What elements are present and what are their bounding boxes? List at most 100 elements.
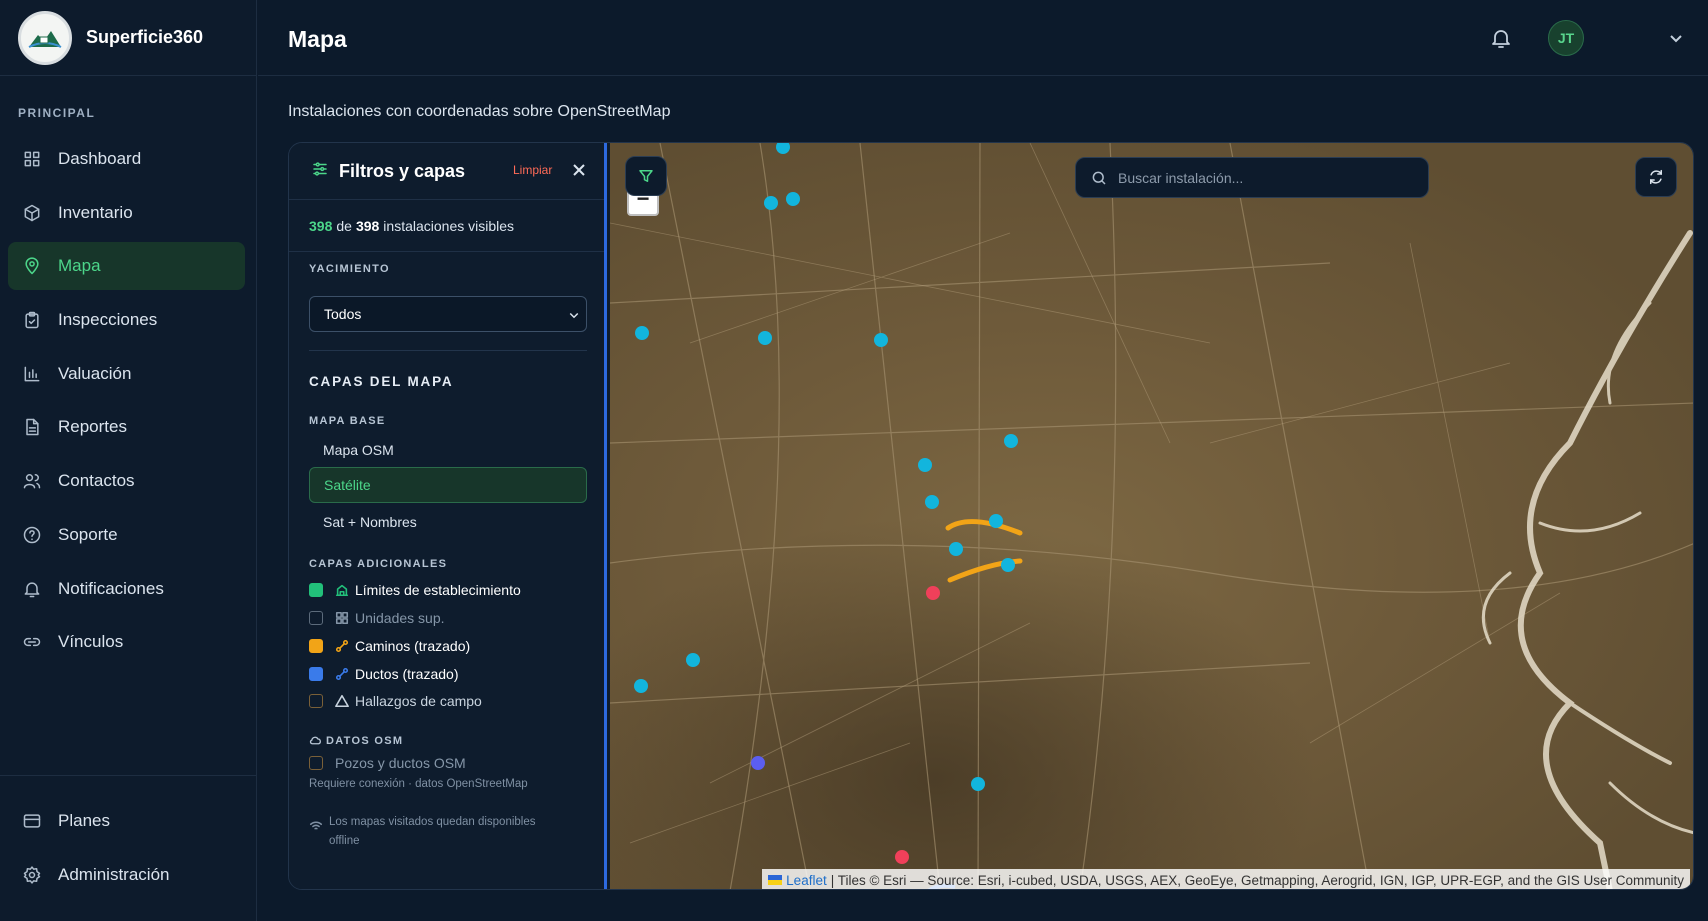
- checkbox-checked[interactable]: [309, 639, 323, 653]
- nav-item-soporte[interactable]: Soporte: [8, 511, 245, 559]
- nav-item-inventario[interactable]: Inventario: [8, 189, 245, 237]
- layer-caminos[interactable]: Caminos (trazado): [309, 635, 470, 657]
- nav-label: Soporte: [58, 524, 118, 544]
- installation-marker[interactable]: [786, 192, 800, 206]
- top-header: Mapa JT: [258, 0, 1708, 76]
- clipboard-icon: [25, 311, 39, 329]
- sliders-icon: [311, 160, 329, 183]
- nav-item-vinculos[interactable]: Vínculos: [8, 618, 245, 666]
- layer-ductos[interactable]: Ductos (trazado): [309, 663, 458, 685]
- offline-hint: Los mapas visitados quedan disponibles o…: [329, 813, 536, 851]
- installation-marker[interactable]: [1004, 434, 1018, 448]
- visible-count: 398 de 398 instalaciones visibles: [289, 200, 604, 252]
- base-option-sat-names[interactable]: Sat + Nombres: [309, 504, 587, 540]
- document-icon: [26, 419, 39, 436]
- help-circle-icon: [23, 526, 41, 544]
- installation-marker[interactable]: [635, 326, 649, 340]
- base-option-osm[interactable]: Mapa OSM: [309, 432, 587, 468]
- nav-label: Notificaciones: [58, 578, 164, 598]
- layer-label: Hallazgos de campo: [355, 693, 482, 709]
- installation-marker[interactable]: [949, 542, 963, 556]
- extra-layers-label: CAPAS ADICIONALES: [309, 558, 448, 570]
- clear-filters-button[interactable]: Limpiar: [513, 163, 552, 177]
- grid-icon: [335, 611, 349, 625]
- refresh-button[interactable]: [1635, 157, 1677, 197]
- checkbox-unchecked[interactable]: [309, 611, 323, 625]
- installation-marker[interactable]: [758, 331, 772, 345]
- nav-item-valuacion[interactable]: Valuación: [8, 350, 245, 398]
- nav-item-notificaciones[interactable]: Notificaciones: [8, 565, 245, 613]
- notifications-button[interactable]: [1489, 26, 1513, 50]
- nav-item-reportes[interactable]: Reportes: [8, 403, 245, 451]
- base-map-label: MAPA BASE: [309, 415, 386, 427]
- layer-label: Pozos y ductos OSM: [335, 755, 466, 771]
- nav-item-mapa[interactable]: Mapa: [8, 242, 245, 291]
- main-nav: Dashboard Inventario Mapa Inspecciones V…: [8, 135, 245, 672]
- layer-unidades[interactable]: Unidades sup.: [309, 607, 445, 629]
- yacimiento-select[interactable]: Todos: [309, 296, 587, 332]
- search-icon: [1092, 171, 1106, 185]
- nav-item-planes[interactable]: Planes: [8, 797, 245, 845]
- divider: [309, 350, 587, 351]
- offline-hint-line-2: offline: [329, 835, 360, 847]
- sidebar: Superficie360 PRINCIPAL Dashboard Invent…: [0, 0, 257, 921]
- map-attribution: Leaflet | Tiles © Esri — Source: Esri, i…: [762, 869, 1690, 889]
- user-menu-toggle[interactable]: [1668, 30, 1684, 46]
- user-avatar[interactable]: JT: [1548, 20, 1584, 56]
- layer-hallazgos[interactable]: Hallazgos de campo: [309, 690, 482, 712]
- layer-label: Unidades sup.: [355, 610, 445, 626]
- nav-label: Valuación: [58, 363, 132, 383]
- checkbox-checked[interactable]: [309, 583, 323, 597]
- count-suffix: instalaciones visibles: [383, 217, 515, 234]
- other-marker[interactable]: [751, 756, 765, 770]
- close-panel-button[interactable]: [571, 162, 587, 178]
- nav-item-contactos[interactable]: Contactos: [8, 457, 245, 505]
- layer-limites[interactable]: Límites de establecimiento: [309, 579, 521, 601]
- checkbox-checked[interactable]: [309, 667, 323, 681]
- base-option-satellite[interactable]: Satélite: [309, 467, 587, 503]
- map-filter-button[interactable]: [625, 156, 667, 196]
- road-trace[interactable]: [945, 519, 1023, 536]
- layer-osm-wells[interactable]: Pozos y ductos OSM: [309, 752, 466, 774]
- alert-marker[interactable]: [926, 586, 940, 600]
- alert-marker[interactable]: [895, 850, 909, 864]
- app-logo: [18, 10, 72, 65]
- section-label-principal: PRINCIPAL: [18, 106, 96, 120]
- leaflet-link[interactable]: Leaflet: [786, 873, 827, 888]
- checkbox-unchecked[interactable]: [309, 694, 323, 708]
- layer-label: Ductos (trazado): [355, 666, 459, 682]
- installation-marker[interactable]: [634, 679, 648, 693]
- installation-marker[interactable]: [1001, 558, 1015, 572]
- nav-item-dashboard[interactable]: Dashboard: [8, 135, 245, 183]
- nav-item-administracion[interactable]: Administración: [8, 851, 245, 899]
- installation-marker[interactable]: [776, 143, 790, 154]
- brand[interactable]: Superficie360: [0, 0, 256, 76]
- installation-marker[interactable]: [989, 514, 1003, 528]
- route-icon: [335, 667, 349, 681]
- field-label-yacimiento: YACIMIENTO: [309, 263, 390, 275]
- filter-icon: [639, 170, 653, 182]
- chevron-down-icon: [1670, 35, 1682, 43]
- installation-marker[interactable]: [925, 495, 939, 509]
- map-card: Filtros y capas Limpiar 398 de 398 insta…: [288, 142, 1694, 890]
- bar-chart-icon: [24, 366, 40, 382]
- nav-label: Mapa: [58, 256, 101, 276]
- nav-label: Contactos: [58, 471, 135, 491]
- layer-label: Caminos (trazado): [355, 638, 471, 654]
- map-view[interactable]: − Leaflet | Tiles © Esri — Source: Esri,…: [610, 143, 1693, 889]
- search-input[interactable]: [1118, 169, 1408, 186]
- bell-icon: [1492, 30, 1510, 48]
- settings-icon: [23, 866, 41, 884]
- checkbox-unchecked[interactable]: [309, 756, 323, 770]
- cloud-icon: [309, 736, 321, 745]
- nav-item-inspecciones[interactable]: Inspecciones: [8, 296, 245, 344]
- nav-label: Dashboard: [58, 149, 142, 168]
- installation-marker[interactable]: [874, 333, 888, 347]
- installation-marker[interactable]: [764, 196, 778, 210]
- map-markers: [634, 143, 1023, 889]
- page-title: Mapa: [288, 26, 347, 52]
- installation-marker[interactable]: [686, 653, 700, 667]
- installation-marker[interactable]: [918, 458, 932, 472]
- installation-marker[interactable]: [971, 777, 985, 791]
- filters-header: Filtros y capas Limpiar: [289, 143, 604, 200]
